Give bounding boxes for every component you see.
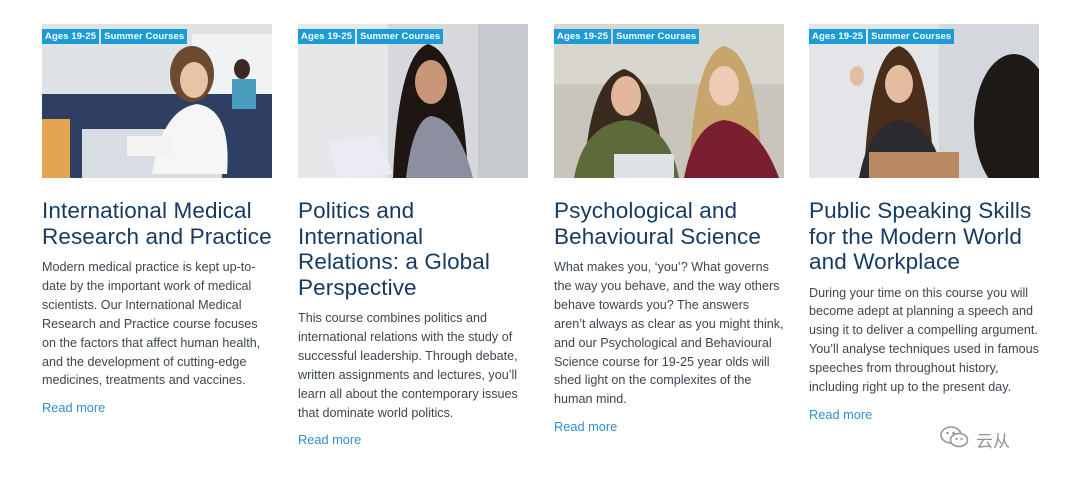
course-photo[interactable]: Ages 19-25 Summer Courses <box>809 24 1039 178</box>
course-description: This course combines politics and intern… <box>298 311 518 420</box>
tag-list: Ages 19-25 Summer Courses <box>42 29 188 44</box>
read-more-link[interactable]: Read more <box>298 432 361 447</box>
politics-photo-image <box>298 24 528 178</box>
tag-list: Ages 19-25 Summer Courses <box>809 29 955 44</box>
course-card: Ages 19-25 Summer Courses International … <box>42 24 272 417</box>
watermark: 云从 <box>940 425 1010 454</box>
tag-list: Ages 19-25 Summer Courses <box>554 29 700 44</box>
age-tag[interactable]: Ages 19-25 <box>42 29 100 44</box>
course-photo[interactable]: Ages 19-25 Summer Courses <box>298 24 528 178</box>
course-title[interactable]: International Medical Research and Pract… <box>42 198 272 249</box>
category-tag[interactable]: Summer Courses <box>357 29 444 44</box>
speaking-photo-image <box>809 24 1039 178</box>
course-photo[interactable]: Ages 19-25 Summer Courses <box>42 24 272 178</box>
read-more-link[interactable]: Read more <box>554 419 617 434</box>
course-card: Ages 19-25 Summer Courses Politics and I… <box>298 24 528 449</box>
course-description: During your time on this course you will… <box>809 285 1039 395</box>
category-tag[interactable]: Summer Courses <box>868 29 955 44</box>
category-tag[interactable]: Summer Courses <box>613 29 700 44</box>
course-title[interactable]: Politics and International Relations: a … <box>298 198 528 300</box>
age-tag[interactable]: Ages 19-25 <box>809 29 867 44</box>
course-title[interactable]: Psychological and Behavioural Science <box>554 198 784 249</box>
course-photo[interactable]: Ages 19-25 Summer Courses <box>554 24 784 178</box>
read-more-link[interactable]: Read more <box>42 400 105 415</box>
read-more-link[interactable]: Read more <box>809 407 872 422</box>
lab-photo-image <box>42 24 272 178</box>
watermark-text: 云从 <box>976 432 1010 451</box>
course-description: Modern medical practice is kept up-to-da… <box>42 260 261 388</box>
age-tag[interactable]: Ages 19-25 <box>298 29 356 44</box>
course-description: What makes you, ‘you’? What governs the … <box>554 260 784 407</box>
category-tag[interactable]: Summer Courses <box>101 29 188 44</box>
wechat-icon <box>940 425 970 454</box>
course-title[interactable]: Public Speaking Skills for the Modern Wo… <box>809 198 1041 275</box>
psychology-photo-image <box>554 24 784 178</box>
course-card: Ages 19-25 Summer Courses Psychological … <box>554 24 784 436</box>
tag-list: Ages 19-25 Summer Courses <box>298 29 444 44</box>
age-tag[interactable]: Ages 19-25 <box>554 29 612 44</box>
course-card: Ages 19-25 Summer Courses Public Speakin… <box>809 24 1041 424</box>
